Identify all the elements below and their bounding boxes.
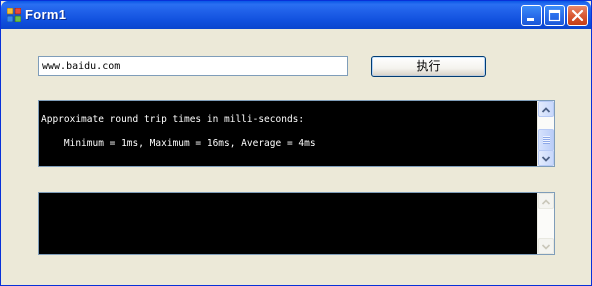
chevron-down-icon (541, 156, 551, 162)
url-input[interactable] (38, 56, 348, 76)
window-title: Form1 (25, 7, 67, 22)
output-line: Minimum = 1ms, Maximum = 16ms, Average =… (41, 138, 316, 149)
maximize-icon (548, 9, 561, 22)
close-button[interactable] (567, 5, 588, 26)
title-bar[interactable]: Form1 (1, 1, 591, 29)
chevron-up-icon (541, 199, 551, 205)
maximize-button[interactable] (544, 5, 565, 26)
scroll-down-button-disabled (538, 238, 554, 254)
minimize-icon (527, 18, 534, 21)
winforms-app-icon (7, 8, 21, 22)
scroll-up-button[interactable] (538, 101, 554, 117)
chevron-down-icon (541, 244, 551, 250)
secondary-output-textbox[interactable] (38, 192, 555, 255)
output-line: Approximate round trip times in milli-se… (41, 114, 305, 125)
close-icon (571, 9, 584, 22)
ping-output-text: Approximate round trip times in milli-se… (41, 101, 536, 166)
vertical-scrollbar[interactable] (537, 101, 554, 166)
vertical-scrollbar-disabled (537, 193, 554, 254)
scroll-down-button[interactable] (538, 150, 554, 166)
execute-button[interactable]: 执行 (371, 56, 486, 77)
scroll-up-button-disabled (538, 193, 554, 209)
chevron-up-icon (541, 107, 551, 113)
main-window: Form1 执行 Approximate round trip times in… (0, 0, 592, 286)
scrollbar-thumb[interactable] (538, 129, 554, 151)
minimize-button[interactable] (521, 5, 542, 26)
ping-output-textbox[interactable]: Approximate round trip times in milli-se… (38, 100, 555, 167)
